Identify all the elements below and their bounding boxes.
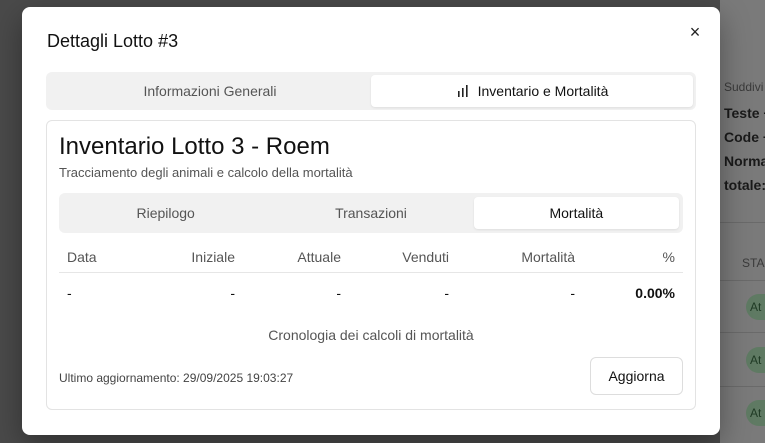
close-button[interactable]: × [686, 23, 704, 41]
table-cell: - [444, 285, 449, 301]
card-title: Inventario Lotto 3 - Roem [59, 133, 330, 160]
bg-column-header: STA [742, 256, 765, 270]
column-header-initial: Iniziale [191, 248, 235, 265]
tab-label: Informazioni Generali [143, 83, 277, 99]
column-header-current: Attuale [297, 248, 341, 265]
close-icon: × [689, 22, 701, 42]
tab-label: Inventario e Mortalità [477, 83, 609, 99]
last-update-text: Ultimo aggiornamento: 29/09/2025 19:03:2… [59, 371, 294, 385]
bg-status-pill: At [746, 400, 765, 426]
table-cell: - [230, 285, 235, 301]
table-header-row: Data Iniziale Attuale Venduti Mortalità … [59, 241, 683, 273]
bg-text: Teste + [724, 105, 765, 121]
table-cell: - [570, 285, 575, 301]
column-header-percent: % [662, 248, 675, 265]
divider [720, 222, 765, 223]
tab-summary[interactable]: Riepilogo [63, 197, 268, 229]
card-subtitle: Tracciamento degli animali e calcolo del… [59, 165, 353, 180]
column-header-mortality: Mortalità [521, 248, 575, 265]
bg-status-pill: At [746, 347, 765, 373]
mortality-table: Data Iniziale Attuale Venduti Mortalità … [59, 241, 683, 313]
tab-transactions[interactable]: Transazioni [268, 197, 473, 229]
tab-general-info[interactable]: Informazioni Generali [49, 75, 371, 107]
bg-text: Suddivi [724, 80, 764, 94]
tab-mortality[interactable]: Mortalità [473, 197, 679, 229]
bar-chart-icon [456, 84, 470, 98]
divider [720, 332, 765, 333]
column-header-sold: Venduti [402, 248, 449, 265]
bg-text: Code + [724, 129, 765, 145]
column-header-date: Data [67, 248, 97, 265]
lot-details-dialog: Dettagli Lotto #3 × Informazioni General… [22, 7, 720, 435]
tab-label: Transazioni [335, 205, 407, 221]
inventory-card: Inventario Lotto 3 - Roem Tracciamento d… [46, 120, 696, 410]
dialog-tabs: Informazioni Generali Inventario e Morta… [46, 72, 696, 110]
background-page-fragment: Suddivi Teste + Code + Norma totale: STA… [720, 0, 765, 443]
bg-status-pill: At [746, 294, 765, 320]
tab-inventory-mortality[interactable]: Inventario e Mortalità [371, 75, 693, 107]
table-cell: 0.00% [635, 285, 675, 301]
refresh-button[interactable]: Aggiorna [590, 357, 683, 395]
tab-label: Mortalità [549, 205, 604, 221]
divider [720, 386, 765, 387]
bg-text: totale: [724, 177, 765, 193]
table-row: - - - - - 0.00% [59, 273, 683, 313]
dialog-title: Dettagli Lotto #3 [47, 31, 179, 51]
inventory-tabs: Riepilogo Transazioni Mortalità [59, 193, 683, 233]
table-caption: Cronologia dei calcoli di mortalità [268, 327, 474, 343]
table-cell: - [336, 285, 341, 301]
table-cell: - [67, 285, 72, 301]
divider [720, 280, 765, 281]
bg-text: Norma [724, 153, 765, 169]
tab-label: Riepilogo [136, 205, 195, 221]
